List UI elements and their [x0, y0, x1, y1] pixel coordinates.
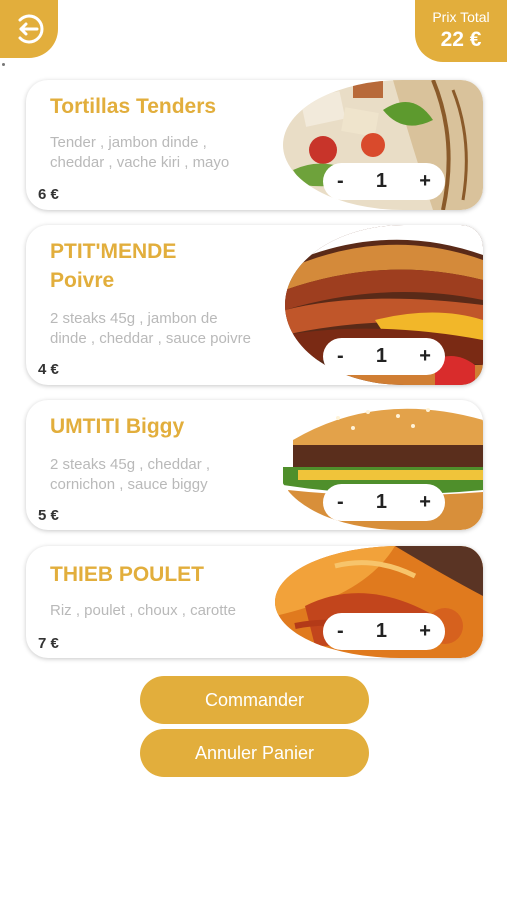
item-description: Tender , jambon dinde , cheddar , vache …	[50, 134, 230, 171]
cart-item-card: THIEB POULET Riz , poulet , choux , caro…	[26, 546, 483, 658]
increase-button[interactable]: +	[419, 345, 431, 368]
item-price: 6 €	[38, 186, 59, 203]
total-price-value: 22 €	[440, 28, 482, 51]
increase-button[interactable]: +	[419, 491, 431, 514]
quantity-value: 1	[375, 170, 388, 192]
item-name: UMTITI Biggy	[50, 415, 185, 438]
quantity-value: 1	[375, 491, 388, 513]
total-price-label: Prix Total	[432, 9, 490, 25]
logout-arrow-icon	[18, 14, 44, 44]
cart-item-card: PTIT'MENDE Poivre 2 steaks 45g , jambon …	[26, 225, 483, 385]
decrease-button[interactable]: -	[337, 491, 344, 514]
quantity-value: 1	[375, 345, 388, 367]
item-name: PTIT'MENDE Poivre	[50, 240, 177, 292]
item-description: 2 steaks 45g , cheddar , cornichon , sau…	[50, 456, 211, 493]
cart-item-card: Tortillas Tenders Tender , jambon dinde …	[26, 80, 483, 210]
item-name: Tortillas Tenders	[50, 95, 217, 118]
quantity-stepper: - 1 +	[323, 484, 445, 521]
decrease-button[interactable]: -	[337, 170, 344, 193]
item-price: 5 €	[38, 507, 59, 524]
decrease-button[interactable]: -	[337, 620, 344, 643]
cancel-cart-button[interactable]: Annuler Panier	[140, 729, 369, 777]
item-name: THIEB POULET	[50, 563, 205, 586]
item-description: Riz , poulet , choux , carotte	[50, 602, 236, 619]
decrease-button[interactable]: -	[337, 345, 344, 368]
increase-button[interactable]: +	[419, 620, 431, 643]
quantity-value: 1	[375, 620, 388, 642]
cart-item-card: UMTITI Biggy 2 steaks 45g , cheddar , co…	[26, 400, 483, 530]
item-price: 4 €	[38, 361, 59, 378]
total-price-box: Prix Total 22 €	[415, 0, 507, 62]
item-price: 7 €	[38, 635, 59, 652]
status-dot	[2, 63, 5, 66]
item-description: 2 steaks 45g , jambon de dinde , cheddar…	[50, 310, 251, 347]
order-button[interactable]: Commander	[140, 676, 369, 724]
back-button[interactable]	[0, 0, 58, 58]
increase-button[interactable]: +	[419, 170, 431, 193]
quantity-stepper: - 1 +	[323, 338, 445, 375]
quantity-stepper: - 1 +	[323, 163, 445, 200]
quantity-stepper: - 1 +	[323, 613, 445, 650]
